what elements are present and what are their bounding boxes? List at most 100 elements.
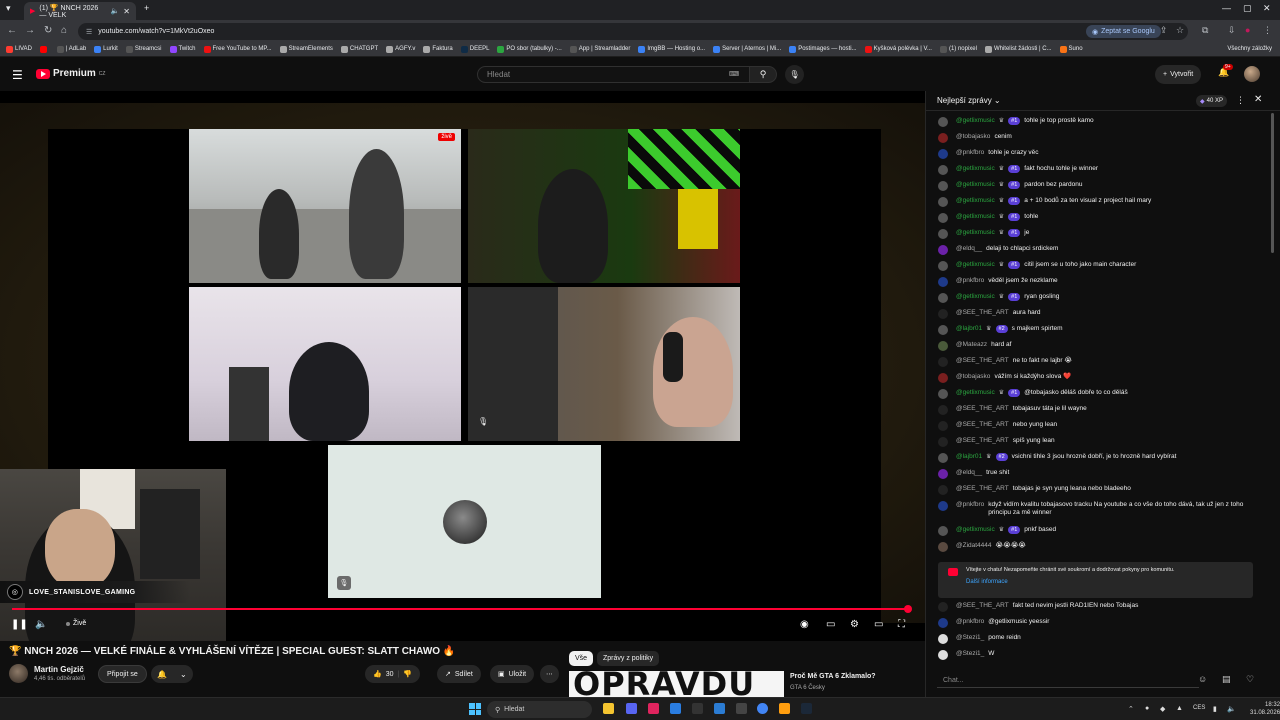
chat-message[interactable]: @SEE_THE_ART fakt ted nevim jestli RAD1IE…: [938, 602, 1258, 612]
subtitles-icon[interactable]: ▭: [826, 619, 835, 630]
chat-message[interactable]: @lajbr01 ♛ #2 s majkem spirtem: [938, 325, 1258, 335]
like-button[interactable]: 👍 30 | 👎: [365, 665, 421, 683]
chat-author[interactable]: @SEE_THE_ART: [956, 357, 1009, 365]
chat-avatar[interactable]: [938, 373, 948, 383]
profile-icon[interactable]: ●: [1245, 25, 1250, 35]
super-chat-icon[interactable]: ▤: [1222, 674, 1231, 685]
chat-author[interactable]: @getlixmusic: [956, 213, 995, 221]
chat-message[interactable]: @Mateazz hard af: [938, 341, 1258, 351]
chat-avatar[interactable]: [938, 309, 948, 319]
bookmark-item[interactable]: Streamcsi: [125, 45, 162, 53]
chat-message[interactable]: @Stezi1_ W: [938, 650, 1258, 660]
mail-icon[interactable]: [670, 703, 681, 714]
keyboard-icon[interactable]: ⌨: [729, 70, 739, 78]
chat-author[interactable]: @lajbr01: [956, 325, 982, 333]
chat-message[interactable]: @SEE_THE_ART tobajasuv táta je lil wayne: [938, 405, 1258, 415]
filter-chip-politics[interactable]: Zprávy z politiky: [597, 651, 660, 666]
chat-author[interactable]: @tobajasko: [956, 373, 990, 381]
steam-icon[interactable]: [801, 703, 812, 714]
chat-avatar[interactable]: [938, 421, 948, 431]
tray-app-icon[interactable]: ▲: [1176, 705, 1183, 712]
chat-author[interactable]: @tobajasko: [956, 133, 990, 141]
chat-avatar[interactable]: [938, 149, 948, 159]
chat-message[interactable]: @SEE_THE_ART spíš yung lean: [938, 437, 1258, 447]
chat-message[interactable]: @getlixmusic ♛ #1 pardon bez pardonu: [938, 181, 1258, 191]
chat-input[interactable]: Chat...: [937, 673, 1199, 688]
forward-icon[interactable]: →: [25, 25, 35, 36]
create-button[interactable]: + Vytvořit: [1155, 65, 1202, 84]
chat-author[interactable]: @Stezi1_: [956, 634, 984, 642]
chat-message[interactable]: @SEE_THE_ART tobajas je syn yung leana ne…: [938, 485, 1258, 495]
bookmark-item[interactable]: Kyšková polévka | V...: [864, 45, 932, 53]
video-player[interactable]: živě 🎙 🎙: [0, 91, 925, 641]
chat-author[interactable]: @getlixmusic: [956, 293, 995, 301]
bookmark-item[interactable]: (1) nopixel: [939, 45, 977, 53]
chat-avatar[interactable]: [938, 357, 948, 367]
chat-author[interactable]: @Stezi1_: [956, 650, 984, 658]
chat-message[interactable]: @getlixmusic ♛ #1 a + 10 bodů za ten visual…: [938, 197, 1258, 207]
ask-google-chip[interactable]: ◉ Zeptat se Googlu: [1086, 25, 1161, 38]
chat-author[interactable]: @SEE_THE_ART: [956, 405, 1009, 413]
reload-icon[interactable]: ↻: [44, 25, 52, 36]
bookmark-item[interactable]: DEEPL: [460, 45, 489, 53]
chat-author[interactable]: @getlixmusic: [956, 181, 995, 189]
browser-tab-active[interactable]: ▶ (1) 🏆 NNCH 2026 — VELK 🔈 ✕: [24, 2, 136, 20]
chat-avatar[interactable]: [938, 117, 948, 127]
account-avatar[interactable]: [1244, 66, 1260, 82]
volume-icon[interactable]: 🔈: [1227, 705, 1236, 713]
maximize-icon[interactable]: ▢: [1243, 3, 1252, 14]
chat-avatar[interactable]: [938, 213, 948, 223]
chat-avatar[interactable]: [938, 261, 948, 271]
bookmark-item[interactable]: | AdLab: [56, 45, 86, 53]
chat-avatar[interactable]: [938, 602, 948, 612]
downloads-icon[interactable]: ⇩: [1228, 25, 1236, 36]
all-bookmarks-button[interactable]: Všechny záložky: [1227, 46, 1280, 52]
bookmark-item[interactable]: Suno: [1059, 45, 1083, 53]
tab-close-icon[interactable]: ✕: [123, 7, 130, 16]
bookmark-item[interactable]: [39, 45, 49, 53]
chat-avatar[interactable]: [938, 245, 948, 255]
tray-chevron-icon[interactable]: ⌃: [1128, 705, 1134, 713]
chat-message[interactable]: @getlixmusic ♛ #1 pnkf based: [938, 526, 1258, 536]
app-icon[interactable]: [779, 703, 790, 714]
chat-author[interactable]: @SEE_THE_ART: [956, 309, 1009, 317]
learn-more-link[interactable]: Další informace: [966, 579, 1247, 585]
chat-author[interactable]: @pnkfbro: [956, 501, 984, 509]
subscription-bell-button[interactable]: 🔔 ⌄: [151, 665, 193, 683]
chat-message[interactable]: @lajbr01 ♛ #2 vsichni tihle 3 jsou hrozně d…: [938, 453, 1258, 463]
live-indicator[interactable]: Živě: [66, 620, 86, 627]
share-button[interactable]: ↗ Sdílet: [437, 665, 481, 683]
xp-badge[interactable]: ◆ 40 XP: [1196, 95, 1227, 107]
chat-message[interactable]: @pnkfbro @getlixmusic yeessir: [938, 618, 1258, 628]
chat-scrollbar[interactable]: [1271, 113, 1274, 253]
chat-author[interactable]: @getlixmusic: [956, 117, 995, 125]
word-icon[interactable]: [714, 703, 725, 714]
chat-message[interactable]: @pnkfbro když vidím kvalitu tobajasovo tr…: [938, 501, 1258, 517]
chat-author[interactable]: @getlixmusic: [956, 197, 995, 205]
chat-author[interactable]: @SEE_THE_ART: [956, 437, 1009, 445]
tab-audio-icon[interactable]: 🔈: [111, 7, 120, 15]
chat-author[interactable]: @pnkfbro: [956, 618, 984, 626]
chat-message[interactable]: @tobajasko vážím si každýho slova ❤️: [938, 373, 1258, 383]
chat-author[interactable]: @eldq__: [956, 245, 982, 253]
bookmark-item[interactable]: Lurkit: [94, 45, 118, 53]
chat-avatar[interactable]: [938, 453, 948, 463]
chat-avatar[interactable]: [938, 542, 948, 552]
recommended-thumbnail[interactable]: OPRAVDU AJ?: [569, 671, 784, 699]
chat-avatar[interactable]: [938, 469, 948, 479]
chat-author[interactable]: @SEE_THE_ART: [956, 421, 1009, 429]
bookmark-star-icon[interactable]: ☆: [1176, 25, 1184, 36]
chat-message[interactable]: @Zidat4444 😭😭😭😭: [938, 542, 1258, 552]
taskbar-search[interactable]: ⚲ Hledat: [487, 701, 592, 718]
chat-avatar[interactable]: [938, 341, 948, 351]
chat-message[interactable]: @eldq__ delaji to chlapci srdickem: [938, 245, 1258, 255]
fullscreen-icon[interactable]: ⛶: [898, 619, 905, 630]
file-explorer-icon[interactable]: [603, 703, 614, 714]
chat-message[interactable]: @Stezi1_ pome reidn: [938, 634, 1258, 644]
chat-more-icon[interactable]: ⋮: [1236, 95, 1245, 106]
share-page-icon[interactable]: ⇪: [1160, 25, 1168, 36]
progress-scrubber[interactable]: [904, 605, 912, 613]
menu-icon[interactable]: ☰: [12, 68, 23, 82]
autoplay-icon[interactable]: ◉: [800, 619, 809, 630]
more-actions-button[interactable]: ⋯: [540, 665, 559, 683]
